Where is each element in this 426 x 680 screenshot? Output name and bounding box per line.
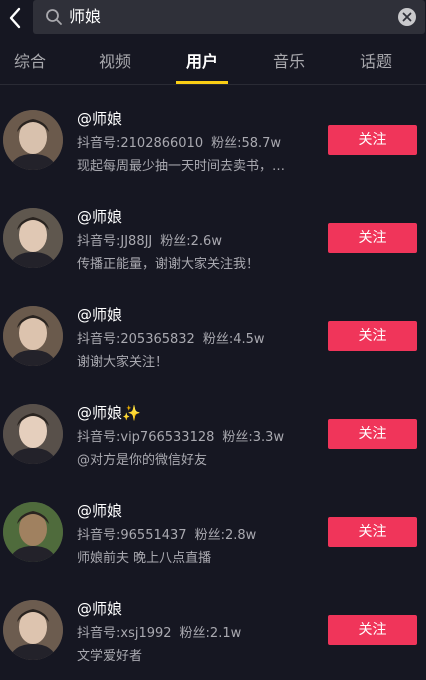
user-id: 抖音号:96551437 [77, 528, 187, 543]
user-row[interactable]: @师娘抖音号:2102866010 粉丝:58.7w 现起每周最少抽一天时间去卖书，… [0, 86, 426, 184]
user-id: 抖音号:xsj1992 [77, 626, 172, 641]
user-row[interactable]: @师娘抖音号:205365832 粉丝:4.5w 谢谢大家关注！ 关注 [0, 282, 426, 380]
tab-topics[interactable]: 话题 [346, 40, 406, 84]
search-input[interactable]: 师娘 [33, 0, 425, 34]
tab-users[interactable]: 用户 [172, 40, 232, 84]
tab-comprehensive[interactable]: 综合 [0, 40, 60, 84]
user-name[interactable]: @师娘 [77, 108, 122, 129]
user-row[interactable]: @师娘✨ 抖音号:vip766533128 粉丝:3.3w @对方是你的微信好友 关注 [0, 380, 426, 478]
avatar-portrait-icon [3, 502, 63, 562]
user-name[interactable]: @师娘✨ [77, 402, 141, 423]
avatar[interactable] [3, 110, 63, 170]
follow-button[interactable]: 关注 [328, 223, 417, 253]
user-meta: 抖音号:vip766533128 粉丝:3.3w [77, 426, 284, 445]
search-icon [46, 9, 62, 25]
user-bio: 文学爱好者 [77, 649, 143, 664]
avatar-portrait-icon [3, 110, 63, 170]
user-meta: 抖音号:205365832 粉丝:4.5w [77, 328, 265, 347]
follower-count: 粉丝:2.8w [194, 528, 257, 543]
user-meta: 抖音号:2102866010 粉丝:58.7w [77, 132, 281, 151]
clear-search-button[interactable] [398, 8, 416, 26]
user-bio: @对方是你的微信好友 [77, 453, 208, 468]
user-name[interactable]: @师娘 [77, 206, 122, 227]
avatar-portrait-icon [3, 306, 63, 366]
user-meta: 抖音号:xsj1992 粉丝:2.1w [77, 622, 241, 641]
user-bio: 传播正能量，谢谢大家关注我！ [77, 257, 260, 272]
tab-music[interactable]: 音乐 [259, 40, 319, 84]
search-results-screen: 师娘 综合 视频 用户 音乐 话题 @师娘 抖音号:2102866010 粉丝:58… [0, 0, 426, 680]
follow-button[interactable]: 关注 [328, 517, 417, 547]
back-button[interactable] [0, 0, 30, 36]
user-meta: 抖音号:96551437 粉丝:2.8w [77, 524, 256, 543]
user-meta: 抖音号:JJ88JJ 粉丝:2.6w [77, 230, 222, 249]
active-tab-indicator [176, 81, 228, 84]
user-bio: 师娘前夫 晚上八点直播 [77, 551, 212, 566]
user-bio: 现起每周最少抽一天时间去卖书，… [77, 159, 286, 174]
user-row[interactable]: @师娘抖音号:JJ88JJ 粉丝:2.6w 传播正能量，谢谢大家关注我！ 关注 [0, 184, 426, 282]
user-id: 抖音号:vip766533128 [77, 430, 215, 445]
follower-count: 粉丝:2.1w [179, 626, 242, 641]
follower-count: 粉丝:2.6w [160, 234, 222, 249]
avatar-portrait-icon [3, 404, 63, 464]
follow-button[interactable]: 关注 [328, 419, 417, 449]
user-bio: 谢谢大家关注！ [77, 355, 169, 370]
tab-videos[interactable]: 视频 [85, 40, 145, 84]
avatar[interactable] [3, 306, 63, 366]
user-id: 抖音号:205365832 [77, 332, 195, 347]
user-row[interactable]: @师娘抖音号:xsj1992 粉丝:2.1w 文学爱好者 关注 [0, 576, 426, 674]
avatar[interactable] [3, 600, 63, 660]
follow-button[interactable]: 关注 [328, 615, 417, 645]
follower-count: 粉丝:58.7w [211, 136, 282, 151]
follow-button[interactable]: 关注 [328, 125, 417, 155]
user-name[interactable]: @师娘 [77, 500, 122, 521]
search-bar: 师娘 [0, 0, 426, 36]
tab-bar: 综合 视频 用户 音乐 话题 [0, 40, 426, 85]
user-id: 抖音号:2102866010 [77, 136, 204, 151]
user-id: 抖音号:JJ88JJ [77, 234, 153, 249]
avatar-portrait-icon [3, 208, 63, 268]
avatar-portrait-icon [3, 600, 63, 660]
user-name[interactable]: @师娘 [77, 598, 122, 619]
avatar[interactable] [3, 208, 63, 268]
user-row[interactable]: @师娘抖音号:96551437 粉丝:2.8w 师娘前夫 晚上八点直播 关注 [0, 478, 426, 576]
follower-count: 粉丝:4.5w [202, 332, 265, 347]
search-query: 师娘 [69, 7, 102, 26]
avatar[interactable] [3, 404, 63, 464]
follow-button[interactable]: 关注 [328, 321, 417, 351]
follower-count: 粉丝:3.3w [222, 430, 285, 445]
user-name[interactable]: @师娘 [77, 304, 122, 325]
chevron-left-icon [9, 7, 21, 29]
avatar[interactable] [3, 502, 63, 562]
close-icon [402, 12, 412, 22]
